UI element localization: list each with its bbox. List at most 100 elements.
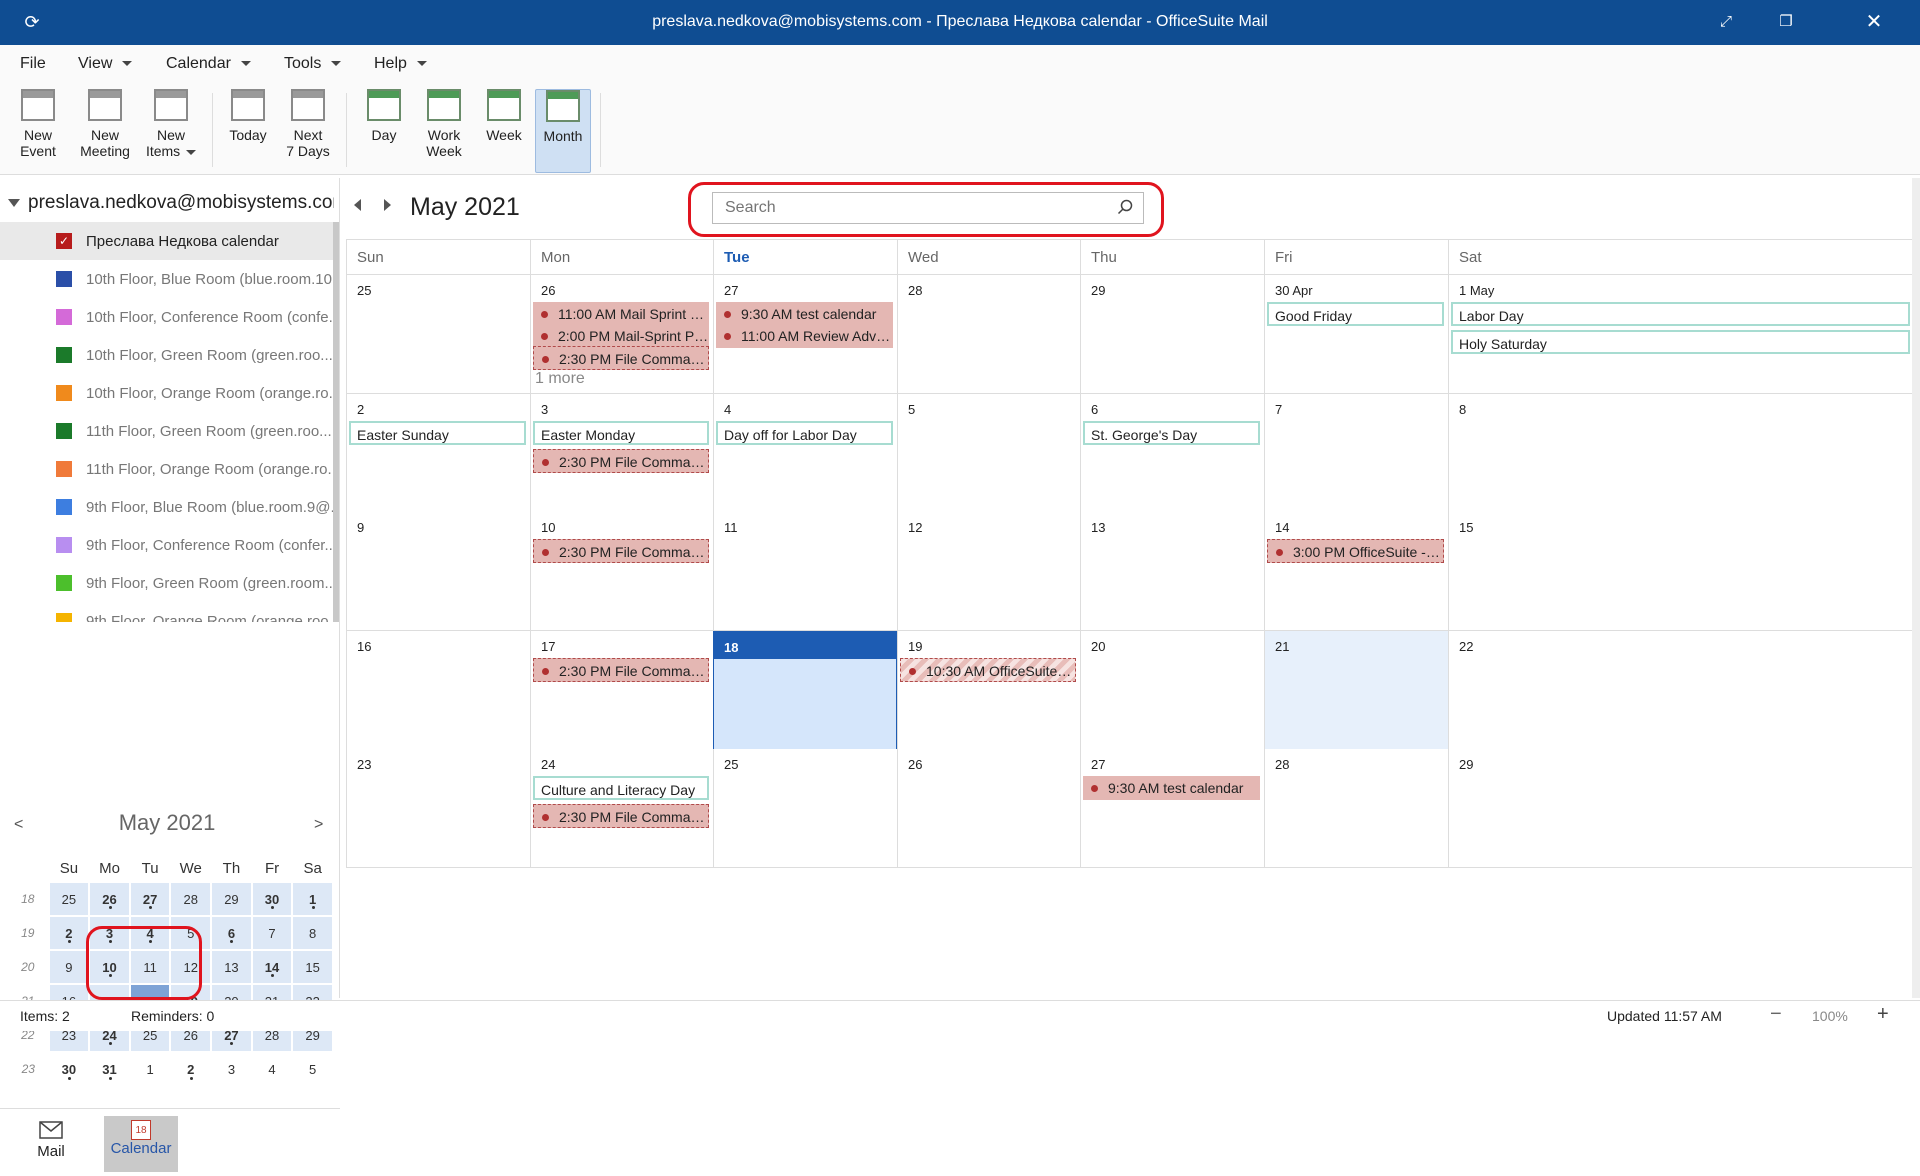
calendar-list-item[interactable]: 11th Floor, Orange Room (orange.ro...	[0, 450, 333, 488]
mini-day-cell[interactable]: 9	[47, 949, 91, 985]
calendar-event[interactable]: 3:00 PM OfficeSuite - store...	[1267, 539, 1444, 563]
day-cell[interactable]: 13	[1080, 512, 1264, 631]
mini-day-cell[interactable]: 1	[130, 1052, 171, 1086]
calendar-color-swatch[interactable]	[56, 271, 72, 287]
day-cell[interactable]: 11	[713, 512, 897, 631]
day-cell[interactable]: 5	[897, 394, 1080, 513]
calendar-list-item[interactable]: 10th Floor, Green Room (green.roo...	[0, 336, 333, 374]
new-event-button[interactable]: New Event	[10, 89, 66, 173]
day-view-button[interactable]: Day	[358, 89, 410, 173]
mini-day-cell[interactable]: 28	[169, 881, 213, 917]
calendar-event[interactable]: 2:30 PM File Commander /...	[533, 346, 709, 370]
calendar-color-swatch[interactable]	[56, 613, 72, 622]
day-cell[interactable]: 23	[346, 749, 530, 868]
new-items-button[interactable]: New Items	[144, 89, 198, 173]
mini-day-cell[interactable]: 27	[128, 881, 172, 917]
menu-tools[interactable]: Tools	[284, 55, 342, 73]
day-cell[interactable]: 25	[713, 749, 897, 868]
all-day-event[interactable]: Labor Day	[1451, 302, 1910, 326]
day-cell[interactable]: 27 9:30 AM test calendar	[1080, 749, 1264, 868]
menu-file[interactable]: File	[20, 55, 46, 73]
account-header[interactable]: preslava.nedkova@mobisystems.com	[8, 192, 334, 214]
mini-day-cell[interactable]: 7	[250, 915, 294, 951]
next-7-days-button[interactable]: Next 7 Days	[280, 89, 336, 173]
calendar-list-item[interactable]: ✓ Преслава Недкова calendar	[0, 222, 333, 260]
calendar-list-item[interactable]: 10th Floor, Orange Room (orange.ro...	[0, 374, 333, 412]
mini-day-cell[interactable]: 14	[250, 949, 294, 985]
day-cell[interactable]: 16	[346, 631, 530, 750]
mini-day-cell[interactable]: 30	[250, 881, 294, 917]
main-scrollbar[interactable]	[1912, 178, 1920, 998]
menu-calendar[interactable]: Calendar	[166, 55, 251, 73]
mini-day-cell[interactable]: 2	[170, 1052, 211, 1086]
all-day-event[interactable]: Holy Saturday	[1451, 330, 1910, 354]
fullscreen-icon[interactable]: ⤢	[1714, 10, 1738, 34]
day-cell[interactable]: 25	[346, 275, 530, 394]
mini-day-cell[interactable]: 2	[47, 915, 91, 951]
today-button[interactable]: Today	[222, 89, 274, 173]
calendar-event[interactable]: 11:00 AM Mail Sprint Plan...	[533, 302, 709, 326]
mini-day-cell[interactable]: 29	[210, 881, 253, 917]
mini-day-cell[interactable]: 30	[49, 1052, 90, 1086]
zoom-out-button[interactable]: −	[1770, 1003, 1782, 1026]
day-cell[interactable]: 28	[897, 275, 1080, 394]
calendar-event[interactable]: 9:30 AM test calendar	[716, 302, 893, 326]
day-cell[interactable]: 6 St. George's Day	[1080, 394, 1264, 513]
calendar-color-swatch[interactable]	[56, 423, 72, 439]
day-cell[interactable]: 102:30 PM File Commander /...	[530, 512, 713, 631]
more-events-link[interactable]: 1 more	[535, 370, 585, 388]
calendar-event[interactable]: 2:00 PM Mail-Sprint Planni...	[533, 324, 709, 348]
all-day-event[interactable]: Day off for Labor Day	[716, 421, 893, 445]
day-cell[interactable]: 12	[897, 512, 1080, 631]
all-day-event[interactable]: Easter Monday	[533, 421, 709, 445]
calendar-list-item[interactable]: 9th Floor, Green Room (green.room....	[0, 564, 333, 602]
day-cell[interactable]: 27 9:30 AM test calendar 11:00 AM Review A…	[713, 275, 897, 394]
day-cell[interactable]: 22	[1448, 631, 1914, 750]
calendar-color-swatch[interactable]	[56, 347, 72, 363]
calendar-event[interactable]: 9:30 AM test calendar	[1083, 776, 1260, 800]
day-cell[interactable]: 143:00 PM OfficeSuite - store...	[1264, 512, 1448, 631]
mini-day-cell[interactable]: 6	[210, 915, 253, 951]
calendar-event[interactable]: 10:30 AM OfficeSuite - Spr...	[900, 658, 1076, 682]
restore-icon[interactable]: ❐	[1774, 10, 1798, 34]
calendar-color-swatch[interactable]	[56, 309, 72, 325]
mini-day-cell[interactable]: 8	[291, 915, 334, 951]
day-cell[interactable]: 26	[897, 749, 1080, 868]
calendar-event[interactable]: 2:30 PM File Commander /...	[533, 658, 709, 682]
menu-view[interactable]: View	[78, 55, 133, 73]
all-day-event[interactable]: St. George's Day	[1083, 421, 1260, 445]
day-cell[interactable]: 1910:30 AM OfficeSuite - Spr...	[897, 631, 1080, 750]
mini-day-cell[interactable]: 26	[88, 881, 131, 917]
mini-next-month-icon[interactable]: >	[314, 816, 323, 834]
day-cell[interactable]: 172:30 PM File Commander /...	[530, 631, 713, 750]
nav-calendar-button[interactable]: 18 Calendar	[104, 1116, 178, 1172]
sidebar-scrollbar[interactable]	[333, 222, 339, 622]
mini-day-cell[interactable]: 25	[47, 881, 91, 917]
mini-day-cell[interactable]: 13	[210, 949, 253, 985]
day-cell[interactable]: 29	[1080, 275, 1264, 394]
calendar-color-swatch[interactable]	[56, 461, 72, 477]
nav-mail-button[interactable]: Mail	[14, 1116, 88, 1172]
calendar-list-item[interactable]: 9th Floor, Conference Room (confer...	[0, 526, 333, 564]
mini-day-cell[interactable]: 15	[291, 949, 334, 985]
day-cell[interactable]: 3 Easter Monday 2:30 PM File Commander /..…	[530, 394, 713, 513]
month-view-button[interactable]: Month	[535, 89, 591, 173]
day-cell[interactable]: 24 Culture and Literacy Day 2:30 PM File C…	[530, 749, 713, 868]
new-meeting-button[interactable]: New Meeting	[76, 89, 134, 173]
all-day-event[interactable]: Good Friday	[1267, 302, 1444, 326]
calendar-list-item[interactable]: 10th Floor, Conference Room (confe...	[0, 298, 333, 336]
mini-day-cell[interactable]: 1	[291, 881, 334, 917]
calendar-event[interactable]: 2:30 PM File Commander /...	[533, 449, 709, 473]
checkbox-checked-icon[interactable]: ✓	[56, 233, 72, 249]
week-view-button[interactable]: Week	[478, 89, 530, 173]
all-day-event[interactable]: Easter Sunday	[349, 421, 526, 445]
calendar-color-swatch[interactable]	[56, 575, 72, 591]
calendar-list-item[interactable]: 10th Floor, Blue Room (blue.room.10...	[0, 260, 333, 298]
calendar-color-swatch[interactable]	[56, 499, 72, 515]
menu-help[interactable]: Help	[374, 55, 427, 73]
day-cell[interactable]: 18	[713, 631, 897, 750]
work-week-view-button[interactable]: Work Week	[416, 89, 472, 173]
day-cell[interactable]: 28	[1264, 749, 1448, 868]
day-cell[interactable]: 15	[1448, 512, 1914, 631]
day-cell[interactable]: 21	[1264, 631, 1448, 750]
